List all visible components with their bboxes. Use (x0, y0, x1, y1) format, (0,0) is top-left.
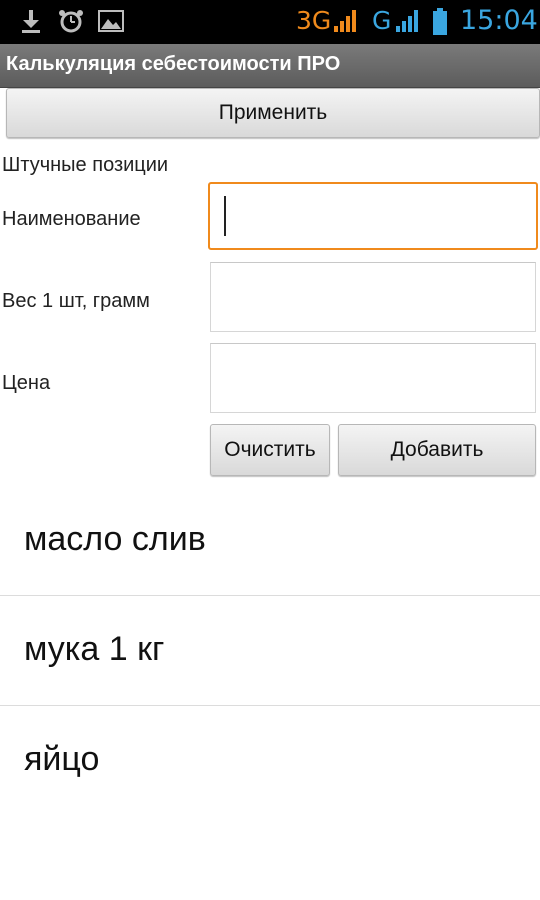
image-icon (98, 10, 124, 32)
clear-button[interactable]: Очистить (210, 424, 330, 476)
apply-button[interactable]: Применить (6, 88, 540, 138)
network-g-label: G (372, 6, 392, 35)
alarm-icon (59, 10, 83, 33)
signal-strength-icon (334, 10, 356, 32)
signal-strength-icon (396, 10, 418, 32)
text-cursor (224, 196, 226, 236)
clock: 15:04 (460, 5, 538, 36)
download-icon (22, 10, 40, 33)
network-3g-label: 3G (296, 6, 332, 35)
list-item-label: мука 1 кг (24, 630, 165, 668)
list-item-label: масло слив (24, 520, 206, 558)
list-item[interactable]: яйцо (0, 706, 540, 816)
list-item[interactable]: мука 1 кг (0, 596, 540, 706)
price-label: Цена (2, 372, 51, 394)
add-button[interactable]: Добавить (338, 424, 536, 476)
title-bar: Калькуляция себестоимости ПРО (0, 44, 540, 88)
section-title: Штучные позиции (2, 154, 169, 176)
list-item-label: яйцо (24, 740, 100, 778)
weight-label: Вес 1 шт, грамм (2, 290, 150, 312)
app-title: Калькуляция себестоимости ПРО (6, 53, 341, 75)
weight-input[interactable] (210, 262, 536, 332)
status-bar: 3G G 15:04 (0, 0, 540, 44)
items-list: масло слив мука 1 кг яйцо (0, 486, 540, 816)
battery-icon (433, 8, 447, 35)
name-input[interactable] (208, 182, 538, 250)
list-item[interactable]: масло слив (0, 486, 540, 596)
name-label: Наименование (2, 208, 141, 230)
price-input[interactable] (210, 343, 536, 413)
